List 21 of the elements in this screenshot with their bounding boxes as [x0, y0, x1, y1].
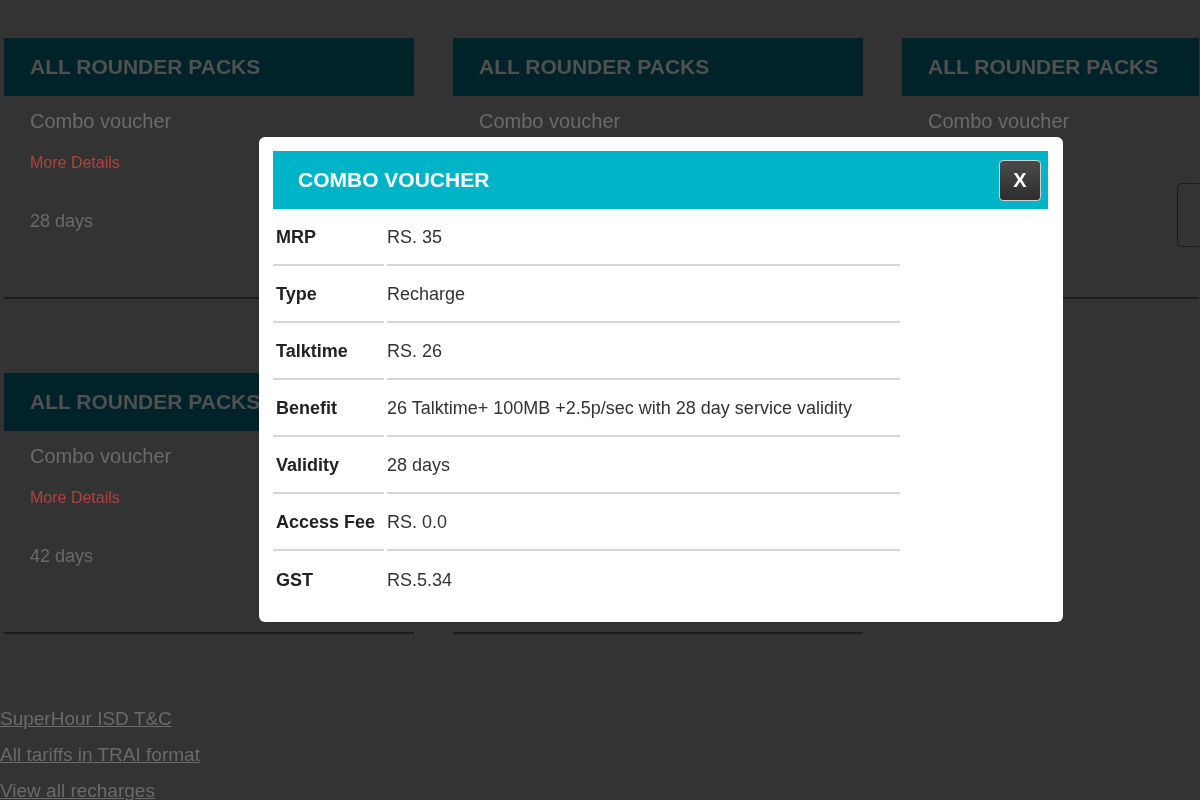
detail-label: GST [275, 569, 314, 592]
detail-value: RS. 0.0 [387, 494, 900, 551]
detail-label: Access Fee [273, 494, 384, 551]
more-details-link[interactable]: More Details [30, 488, 120, 508]
more-details-link[interactable]: More Details [30, 153, 120, 173]
section-header: ALL ROUNDER PACKS [902, 38, 1199, 96]
detail-label: Benefit [273, 380, 384, 437]
detail-label: MRP [273, 209, 384, 266]
detail-label: Talktime [273, 323, 384, 380]
section-header: ALL ROUNDER PACKS [453, 38, 863, 96]
section-header: ALL ROUNDER PACKS [4, 38, 414, 96]
detail-value: Recharge [387, 266, 900, 323]
detail-label: Type [273, 266, 384, 323]
detail-value: 28 days [387, 437, 900, 494]
detail-value: RS. 26 [387, 323, 900, 380]
close-button[interactable]: X [999, 159, 1041, 201]
detail-value: RS.5.34 [387, 569, 454, 592]
dialog-title: COMBO VOUCHER [298, 168, 490, 192]
detail-value: 26 Talktime+ 100MB +2.5p/sec with 28 day service validity [387, 380, 900, 437]
detail-value: RS. 35 [387, 209, 900, 266]
detail-label: Validity [273, 437, 384, 494]
